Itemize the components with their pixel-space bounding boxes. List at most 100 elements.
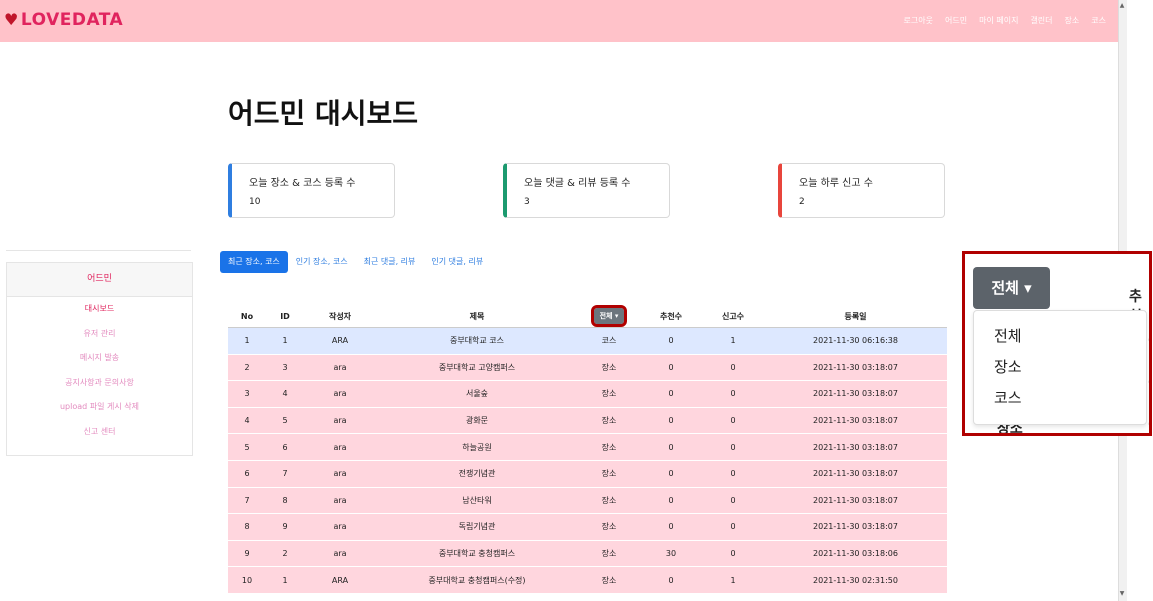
table-row[interactable]: 5 6 ara 하늘공원 장소 0 0 2021-11-30 03:18:07 [228,433,947,461]
table-row[interactable]: 8 9 ara 독립기념관 장소 0 0 2021-11-30 03:18:07 [228,513,947,541]
sidebar-item-dashboard[interactable]: 대시보드 [7,297,192,322]
cell-type: 장소 [578,513,640,541]
cell-id: 1 [266,327,304,355]
sidebar-item-notices[interactable]: 공지사항과 문의사항 [7,371,192,396]
table-row[interactable]: 7 8 ara 남산타워 장소 0 0 2021-11-30 03:18:07 [228,487,947,515]
data-table: No ID 작성자 제목 전체 ▾ 추천수 신고수 등록일 1 1 ARA 중부대학교… [228,305,947,594]
cell-title: 독립기념관 [376,513,578,541]
table-row[interactable]: 2 3 ara 중부대학교 고양캠퍼스 장소 0 0 2021-11-30 03:18:07 [228,354,947,382]
cell-title: 중부대학교 코스 [376,327,578,355]
cell-author: ara [304,354,376,382]
brand-name: LOVEDATA [20,10,124,30]
cell-date: 2021-11-30 03:18:07 [764,487,947,515]
nav-admin[interactable]: 어드민 [945,15,967,26]
stat-value: 2 [799,197,805,207]
table-row[interactable]: 3 4 ara 서울숲 장소 0 0 2021-11-30 03:18:07 [228,380,947,408]
nav-logout[interactable]: 로그아웃 [904,15,933,26]
nav-place[interactable]: 장소 [1065,15,1080,26]
nav-course[interactable]: 코스 [1091,15,1106,26]
dropdown-option-place[interactable]: 장소 [974,352,1146,383]
sidebar: 어드민 대시보드 유저 관리 메시지 발송 공지사항과 문의사항 upload … [6,262,193,456]
cell-title: 광화문 [376,407,578,435]
tab-popular-places[interactable]: 인기 장소, 코스 [288,251,356,273]
stat-label: 오늘 댓글 & 리뷰 등록 수 [524,178,631,189]
cell-author: ara [304,513,376,541]
cell-id: 4 [266,380,304,408]
cell-no: 4 [228,407,266,435]
cell-author: ara [304,540,376,568]
cell-no: 6 [228,460,266,488]
zoom-callout: 전체 ▾ 추천 장소 0 0 0 전체 장소 코스 [962,251,1152,436]
cell-id: 7 [266,460,304,488]
cell-rep: 0 [702,513,764,541]
zoom-cell-sliver: 0 [1148,334,1149,349]
stat-label: 오늘 하루 신고 수 [799,178,873,189]
cell-author: ara [304,460,376,488]
zoom-filter-button[interactable]: 전체 ▾ [973,267,1050,309]
sidebar-header: 어드민 [7,263,192,297]
tab-recent-comments[interactable]: 최근 댓글, 리뷰 [356,251,424,273]
tab-popular-comments[interactable]: 인기 댓글, 리뷰 [423,251,491,273]
col-title: 제목 [376,305,578,328]
col-id: ID [266,305,304,328]
cell-rec: 0 [640,513,702,541]
caret-down-icon: ▾ [614,312,619,320]
cell-rep: 0 [702,460,764,488]
cell-rec: 0 [640,354,702,382]
table-body: 1 1 ARA 중부대학교 코스 코스 0 1 2021-11-30 06:16:38 2 3 ar… [228,327,947,594]
dropdown-option-all[interactable]: 전체 [974,321,1146,352]
tab-recent-places[interactable]: 최근 장소, 코스 [220,251,288,273]
table-header-row: No ID 작성자 제목 전체 ▾ 추천수 신고수 등록일 [228,305,947,328]
cell-type: 장소 [578,566,640,594]
cell-id: 1 [266,566,304,594]
table-row[interactable]: 9 2 ara 중부대학교 충청캠퍼스 장소 30 0 2021-11-30 03:18:06 [228,540,947,568]
cell-id: 6 [266,433,304,461]
cell-date: 2021-11-30 03:18:07 [764,433,947,461]
cell-id: 9 [266,513,304,541]
cell-date: 2021-11-30 03:18:07 [764,513,947,541]
cell-author: ARA [304,327,376,355]
nav-calendar[interactable]: 갤린더 [1030,15,1052,26]
cell-rep: 0 [702,354,764,382]
zoom-cell-sliver: 0 [1148,418,1149,433]
col-date: 등록일 [764,305,947,328]
type-filter-dropdown[interactable]: 전체 ▾ [590,305,628,327]
cell-type: 코스 [578,327,640,355]
cell-id: 8 [266,487,304,515]
table-row[interactable]: 1 1 ARA 중부대학교 코스 코스 0 1 2021-11-30 06:16:38 [228,327,947,355]
scroll-down-icon[interactable]: ▼ [1118,590,1126,597]
cell-title: 중부대학교 충청캠퍼스 [376,540,578,568]
cell-author: ara [304,407,376,435]
table-row[interactable]: 4 5 ara 광화문 장소 0 0 2021-11-30 03:18:07 [228,407,947,435]
stat-label: 오늘 장소 & 코스 등록 수 [249,178,356,189]
dropdown-option-course[interactable]: 코스 [974,383,1146,414]
table-row[interactable]: 6 7 ara 전쟁기념관 장소 0 0 2021-11-30 03:18:07 [228,460,947,488]
cell-rec: 0 [640,460,702,488]
cell-date: 2021-11-30 03:18:07 [764,380,947,408]
cell-no: 8 [228,513,266,541]
cell-no: 1 [228,327,266,355]
zoom-dropdown-menu: 전체 장소 코스 [973,310,1147,425]
sidebar-item-uploads[interactable]: upload 파일 게시 삭제 [7,395,192,420]
cell-date: 2021-11-30 03:18:07 [764,460,947,488]
cell-no: 9 [228,540,266,568]
sidebar-item-messages[interactable]: 메시지 발송 [7,346,192,371]
table-row[interactable]: 10 1 ARA 중부대학교 충청캠퍼스(수정) 장소 0 1 2021-11-30 02:3… [228,566,947,594]
nav-mypage[interactable]: 마이 페이지 [979,15,1018,26]
sidebar-item-users[interactable]: 유저 관리 [7,322,192,347]
cell-rec: 0 [640,327,702,355]
sidebar-item-reports[interactable]: 신고 센터 [7,420,192,445]
scroll-up-icon[interactable]: ▲ [1118,2,1126,9]
cell-rec: 0 [640,407,702,435]
cell-rep: 0 [702,540,764,568]
cell-rep: 0 [702,407,764,435]
brand-logo[interactable]: ♥ LOVEDATA [4,10,123,30]
cell-type: 장소 [578,354,640,382]
cell-rec: 0 [640,566,702,594]
page-title: 어드민 대시보드 [228,97,419,130]
caret-down-icon: ▾ [1024,279,1032,297]
col-author: 작성자 [304,305,376,328]
cell-date: 2021-11-30 06:16:38 [764,327,947,355]
col-type: 전체 ▾ [578,305,640,328]
cell-title: 중부대학교 고양캠퍼스 [376,354,578,382]
